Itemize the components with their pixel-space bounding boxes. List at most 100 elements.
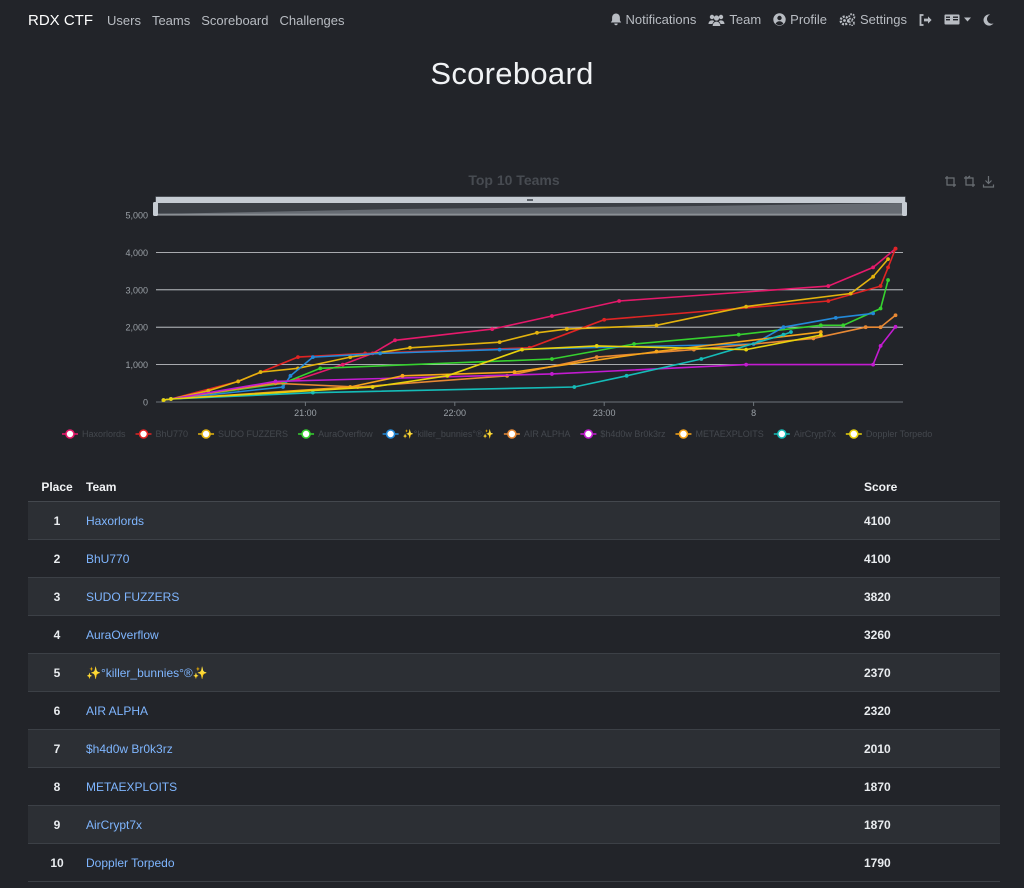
series-point bbox=[878, 306, 883, 311]
team-link[interactable]: BhU770 bbox=[86, 552, 129, 566]
nav-teams[interactable]: Teams bbox=[152, 13, 190, 28]
x-tick-label: 22:00 bbox=[444, 408, 467, 418]
brand-logo[interactable]: RDX CTF bbox=[28, 12, 93, 29]
legend-swatch-dot bbox=[777, 429, 787, 439]
legend-swatch-dot bbox=[138, 429, 149, 439]
legend-item[interactable]: BhU770 bbox=[135, 429, 189, 439]
data-zoom-slider[interactable] bbox=[153, 196, 907, 216]
table-row: 4 AuraOverflow 3260 bbox=[28, 615, 1000, 654]
row-place: 6 bbox=[28, 691, 86, 730]
legend-item[interactable]: AuraOverflow bbox=[298, 429, 373, 439]
slider-handle-right[interactable] bbox=[902, 202, 907, 216]
table-row: 8 METAEXPLOITS 1870 bbox=[28, 767, 1000, 806]
nav-users[interactable]: Users bbox=[107, 13, 141, 28]
nav-notifications[interactable]: Notifications bbox=[610, 12, 696, 27]
series-point bbox=[871, 311, 876, 316]
series-point bbox=[624, 373, 629, 378]
nav-team[interactable]: Team bbox=[708, 12, 761, 27]
legend-item[interactable]: Haxorlords bbox=[62, 429, 126, 439]
team-link[interactable]: $h4d0w Br0k3rz bbox=[86, 742, 173, 756]
team-link[interactable]: AuraOverflow bbox=[86, 628, 159, 642]
row-score: 4100 bbox=[864, 539, 1000, 578]
nav-logout[interactable] bbox=[919, 13, 932, 26]
series-point bbox=[744, 362, 749, 367]
legend-item[interactable]: AIR ALPHA bbox=[503, 429, 571, 439]
series-point bbox=[736, 332, 741, 337]
series-point bbox=[886, 278, 890, 282]
row-place: 4 bbox=[28, 615, 86, 654]
header-place: Place bbox=[28, 472, 86, 502]
y-tick-label: 2,000 bbox=[125, 323, 148, 333]
x-tick-label: 21:00 bbox=[294, 408, 317, 418]
row-score: 3820 bbox=[864, 577, 1000, 616]
series-point bbox=[863, 325, 868, 330]
series-point bbox=[408, 345, 412, 350]
series-point bbox=[654, 323, 659, 328]
row-place: 10 bbox=[28, 843, 86, 882]
table-row: 2 BhU770 4100 bbox=[28, 539, 1000, 578]
legend-swatch-dot bbox=[507, 429, 517, 439]
y-tick-label: 3,000 bbox=[125, 285, 148, 295]
row-place: 3 bbox=[28, 577, 86, 616]
team-link[interactable]: ✨°killer_bunnies°®✨ bbox=[86, 666, 208, 680]
series-point bbox=[781, 325, 786, 330]
nav-team-label: Team bbox=[729, 12, 762, 27]
series-point bbox=[370, 385, 375, 389]
legend-label: AirCrypt7x bbox=[794, 429, 837, 439]
series-point bbox=[893, 324, 898, 329]
download-icon[interactable] bbox=[982, 176, 995, 188]
y-axis: 0 1,000 2,000 3,000 4,000 5,000 bbox=[125, 211, 148, 408]
series-point bbox=[886, 257, 890, 262]
nav-theme-toggle[interactable] bbox=[983, 13, 994, 26]
team-link[interactable]: SUDO FUZZERS bbox=[86, 590, 179, 604]
y-tick-label: 0 bbox=[143, 398, 148, 408]
table-row: 10 Doppler Torpedo 1790 bbox=[28, 843, 1000, 882]
series-point bbox=[826, 299, 831, 303]
legend-item[interactable]: AirCrypt7x bbox=[773, 429, 837, 439]
nav-settings[interactable]: Settings bbox=[839, 12, 907, 27]
team-link[interactable]: AirCrypt7x bbox=[86, 818, 142, 832]
team-link[interactable]: Doppler Torpedo bbox=[86, 856, 175, 870]
series-point bbox=[535, 330, 539, 335]
series-point bbox=[833, 315, 838, 320]
zoom-reset-icon[interactable] bbox=[964, 175, 975, 187]
nav-scoreboard[interactable]: Scoreboard bbox=[201, 13, 268, 28]
series-point bbox=[497, 340, 502, 345]
series-point bbox=[826, 284, 831, 288]
row-place: 5 bbox=[28, 653, 86, 692]
series-point bbox=[288, 373, 293, 378]
scoreboard-chart: Top 10 Teams 01,0002,0003,0004,0005,000 … bbox=[62, 172, 995, 439]
team-link[interactable]: Haxorlords bbox=[86, 514, 144, 528]
nav-settings-label: Settings bbox=[860, 12, 907, 27]
nav-language-dropdown[interactable] bbox=[944, 14, 971, 25]
series-point bbox=[789, 330, 793, 334]
row-score: 1870 bbox=[864, 767, 1000, 806]
series-point bbox=[893, 246, 898, 251]
series-point bbox=[564, 327, 569, 331]
series-point bbox=[617, 299, 622, 303]
nav-profile[interactable]: Profile bbox=[773, 12, 827, 27]
legend-item[interactable]: $h4d0w Br0k3rz bbox=[580, 429, 666, 439]
legend-item[interactable]: ✨°killer_bunnies°®✨ bbox=[382, 429, 494, 439]
navbar: RDX CTF Users Teams Scoreboard Challenge… bbox=[0, 0, 1024, 42]
slider-handle-left[interactable] bbox=[153, 202, 158, 216]
series-point bbox=[318, 366, 323, 371]
language-icon bbox=[944, 14, 960, 25]
nav-challenges[interactable]: Challenges bbox=[279, 13, 344, 28]
row-place: 2 bbox=[28, 539, 86, 578]
table-row: 6 AIR ALPHA 2320 bbox=[28, 691, 1000, 730]
table-row: 5 ✨°killer_bunnies°®✨ 2370 bbox=[28, 653, 1000, 692]
series-point bbox=[550, 314, 554, 318]
zoom-icon[interactable] bbox=[945, 176, 956, 187]
legend-label: $h4d0w Br0k3rz bbox=[600, 429, 666, 439]
team-link[interactable]: AIR ALPHA bbox=[86, 704, 148, 718]
legend-item[interactable]: SUDO FUZZERS bbox=[198, 429, 288, 439]
table-header-row: Place Team Score bbox=[28, 472, 1000, 502]
scoreboard-table: Place Team Score 1 Haxorlords 4100 2 BhU770… bbox=[28, 472, 1000, 882]
chart-legend: Haxorlords BhU770 SUDO FUZZERS AuraOverflow… bbox=[62, 429, 932, 439]
legend-item[interactable]: METAEXPLOITS bbox=[675, 429, 764, 439]
series-point bbox=[378, 351, 382, 356]
row-score: 2320 bbox=[864, 691, 1000, 730]
team-link[interactable]: METAEXPLOITS bbox=[86, 780, 177, 794]
legend-item[interactable]: Doppler Torpedo bbox=[845, 429, 932, 439]
